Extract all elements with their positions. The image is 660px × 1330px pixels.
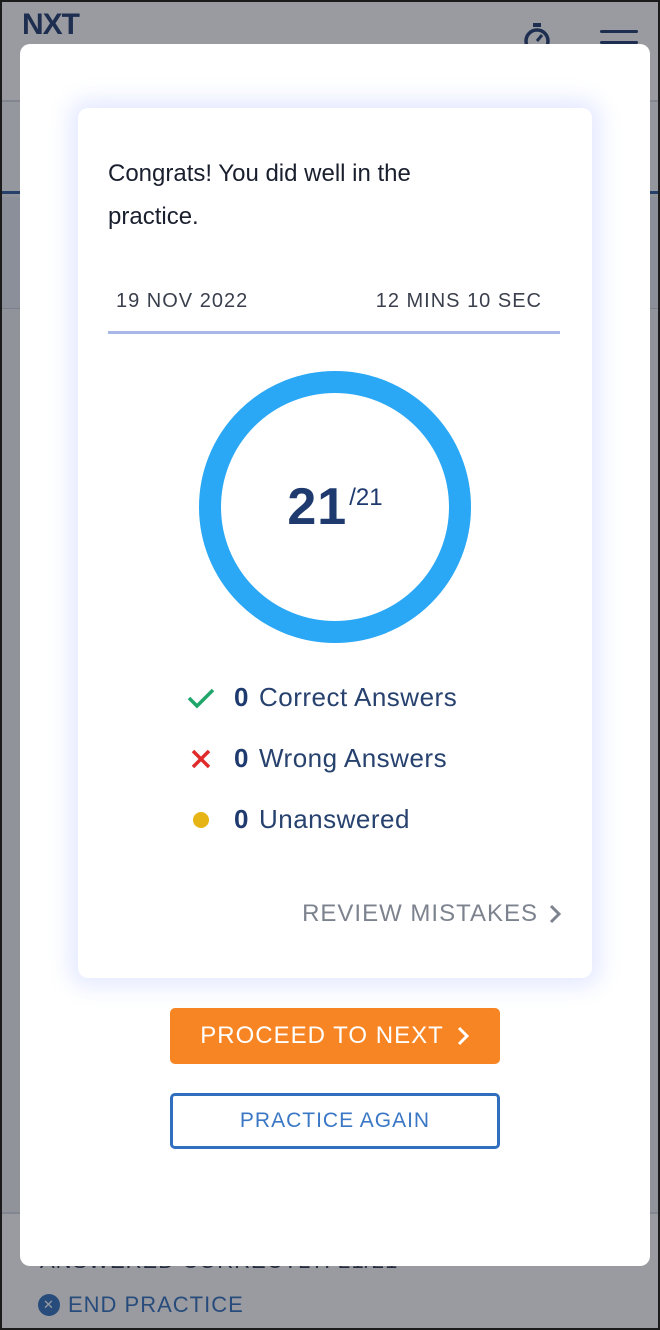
score-display: 21 /21 [198, 370, 472, 644]
result-meta: 19 NOV 2022 12 MINS 10 SEC [108, 284, 560, 334]
review-mistakes-link[interactable]: REVIEW MISTAKES [302, 900, 562, 928]
stat-unanswered: 0 Unanswered [186, 804, 410, 835]
stat-unanswered-count: 0 [234, 804, 249, 834]
result-card: Congrats! You did well in the practice. … [78, 108, 592, 978]
chevron-right-icon [457, 1026, 469, 1046]
score-value: 21 [287, 478, 348, 536]
stat-unanswered-label: Unanswered [258, 804, 410, 834]
dot-icon [186, 805, 216, 835]
stat-correct-count: 0 [234, 682, 249, 712]
proceed-label: PROCEED TO NEXT [200, 1022, 444, 1049]
stat-correct-label: Correct Answers [258, 682, 458, 712]
practice-duration: 12 MINS 10 SEC [375, 290, 542, 312]
stat-wrong-count: 0 [234, 743, 249, 773]
practice-again-label: PRACTICE AGAIN [239, 1109, 431, 1132]
stat-wrong-label: Wrong Answers [258, 743, 448, 773]
stat-correct: 0 Correct Answers [186, 682, 457, 713]
practice-again-button[interactable]: PRACTICE AGAIN [170, 1093, 500, 1149]
practice-date: 19 NOV 2022 [116, 290, 249, 312]
cross-icon [186, 744, 216, 774]
review-mistakes-label: REVIEW MISTAKES [302, 900, 538, 927]
score-total: /21 [349, 484, 383, 511]
result-message: Congrats! You did well in the practice. [108, 160, 411, 230]
chevron-right-icon [549, 904, 562, 924]
stat-wrong: 0 Wrong Answers [186, 743, 447, 774]
proceed-to-next-button[interactable]: PROCEED TO NEXT [170, 1008, 500, 1064]
app-screen: NXT ANSWERED CORRECTLY: 21/21 ✕ END PRAC… [0, 0, 660, 1330]
result-modal: Congrats! You did well in the practice. … [20, 44, 650, 1266]
check-icon [186, 683, 216, 713]
score-ring: 21 /21 [198, 370, 472, 644]
